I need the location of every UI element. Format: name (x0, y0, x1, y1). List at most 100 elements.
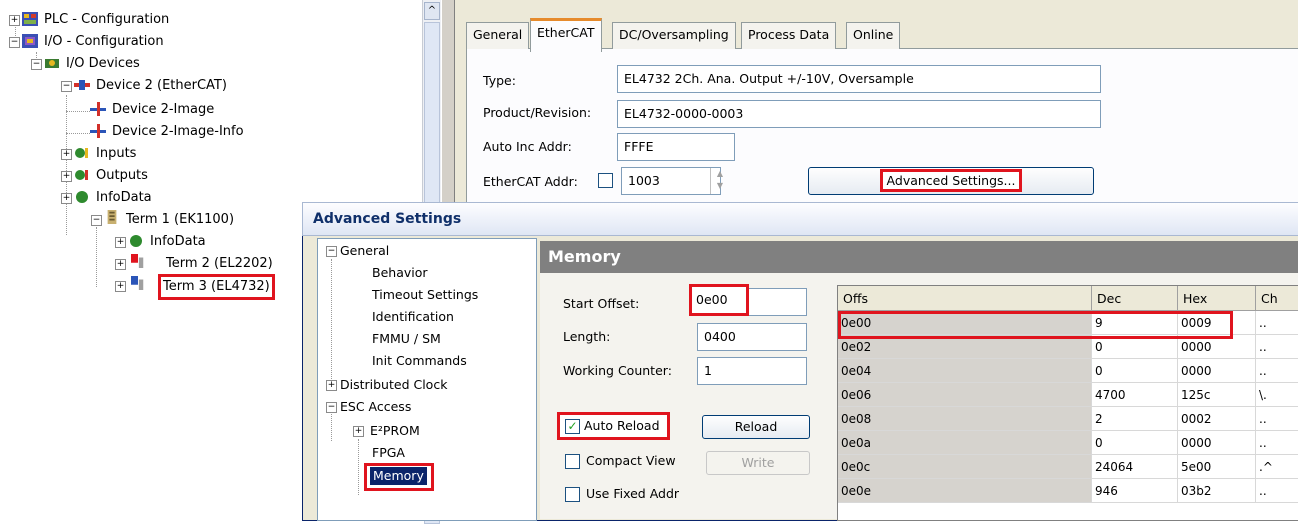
dialog-title-bar[interactable]: Advanced Settings (302, 202, 1298, 236)
cell-dec[interactable]: 946 (1092, 479, 1178, 503)
cell-dec[interactable]: 0 (1092, 431, 1178, 455)
io-config-icon (22, 34, 38, 48)
memory-header: Memory (540, 241, 1298, 273)
tab-general[interactable]: General (466, 22, 530, 49)
cell-offs[interactable]: 0e0c (838, 455, 1092, 479)
working-counter-field[interactable]: 1 (697, 357, 807, 385)
tree-item-label: Inputs (96, 146, 137, 161)
auto-reload-label: Auto Reload (584, 418, 660, 433)
tab-dc-oversampling[interactable]: DC/Oversampling (612, 22, 736, 49)
cell-hex[interactable]: 0002 (1178, 407, 1256, 431)
compact-view-checkbox[interactable] (565, 454, 580, 469)
cell-dec[interactable]: 24064 (1092, 455, 1178, 479)
tree-connector (96, 227, 97, 287)
column-header-offs[interactable]: Offs (838, 286, 1092, 311)
start-offset-label: Start Offset: (563, 296, 640, 311)
cell-dec[interactable]: 2 (1092, 407, 1178, 431)
expand-icon[interactable]: + (9, 15, 20, 26)
ethercat-addr-field[interactable]: 1003 (621, 167, 721, 195)
tree-connector (331, 259, 332, 379)
column-header-hex[interactable]: Hex (1178, 286, 1256, 311)
cell-ch[interactable]: \. (1256, 383, 1298, 407)
cell-offs[interactable]: 0e0a (838, 431, 1092, 455)
collapse-icon[interactable]: − (31, 59, 42, 70)
expand-icon[interactable]: + (115, 237, 126, 248)
cell-ch[interactable]: .. (1256, 359, 1298, 383)
io-devices-icon (45, 59, 59, 68)
compact-view-label: Compact View (586, 453, 676, 468)
column-header-ch[interactable]: Ch (1256, 286, 1298, 311)
expand-icon[interactable]: + (61, 193, 72, 204)
cell-hex[interactable]: 03b2 (1178, 479, 1256, 503)
cell-ch[interactable]: .. (1256, 335, 1298, 359)
collapse-icon[interactable]: − (61, 81, 72, 92)
plc-config-icon (22, 12, 38, 26)
nav-item-label: FPGA (372, 445, 405, 460)
expand-icon[interactable]: + (115, 259, 126, 270)
scroll-up-icon[interactable]: ^ (424, 2, 440, 20)
use-fixed-addr-label: Use Fixed Addr (586, 486, 680, 501)
nav-item-label: Identification (372, 309, 454, 324)
collapse-icon[interactable]: − (326, 246, 337, 257)
tree-item-label: Outputs (96, 168, 148, 183)
auto-reload-checkbox[interactable]: ✓ (565, 419, 580, 434)
cell-ch[interactable]: .. (1256, 311, 1298, 335)
image-icon (90, 102, 106, 116)
product-revision-field[interactable]: EL4732-0000-0003 (617, 100, 1101, 128)
expand-icon[interactable]: + (353, 426, 364, 437)
nav-item-memory[interactable]: Memory (364, 463, 434, 491)
cell-ch[interactable]: .. (1256, 479, 1298, 503)
cell-hex[interactable]: 125c (1178, 383, 1256, 407)
tab-ethercat[interactable]: EtherCAT (530, 18, 602, 52)
expand-icon[interactable]: + (326, 380, 337, 391)
nav-item-label: General (340, 243, 390, 258)
cell-hex[interactable]: 0000 (1178, 359, 1256, 383)
cell-dec[interactable]: 4700 (1092, 383, 1178, 407)
advanced-settings-label: Advanced Settings... (879, 169, 1023, 192)
expand-icon[interactable]: + (115, 281, 126, 292)
tab-process-data[interactable]: Process Data (741, 22, 837, 49)
tree-item-label: I/O Devices (66, 56, 140, 71)
expand-icon[interactable]: + (61, 149, 72, 160)
tab-online[interactable]: Online (846, 22, 901, 49)
cell-ch[interactable]: .. (1256, 431, 1298, 455)
auto-inc-addr-field[interactable]: FFFE (617, 133, 735, 161)
cell-ch[interactable]: .^ (1256, 455, 1298, 479)
tree-item-label: I/O - Configuration (44, 34, 164, 49)
output-terminal-icon (131, 254, 144, 268)
write-button[interactable]: Write (706, 451, 810, 475)
cell-ch[interactable]: .. (1256, 407, 1298, 431)
expand-icon[interactable]: + (61, 171, 72, 182)
advanced-settings-button[interactable]: Advanced Settings... (808, 167, 1094, 195)
image-info-icon (90, 124, 106, 138)
collapse-icon[interactable]: − (91, 215, 102, 226)
cell-offs[interactable]: 0e04 (838, 359, 1092, 383)
tree-item-label: Term 1 (EK1100) (126, 212, 235, 227)
tree-item-label: Term 2 (EL2202) (166, 256, 273, 271)
tree-connector (66, 111, 90, 112)
spinner-icon[interactable]: ▲ ▼ (710, 168, 729, 194)
cell-dec[interactable]: 0 (1092, 359, 1178, 383)
tree-item-label: Device 2 (EtherCAT) (96, 78, 227, 93)
analog-terminal-icon (131, 276, 144, 290)
working-counter-label: Working Counter: (563, 363, 672, 378)
cell-offs[interactable]: 0e08 (838, 407, 1092, 431)
type-field[interactable]: EL4732 2Ch. Ana. Output +/-10V, Oversamp… (617, 65, 1101, 93)
use-fixed-addr-checkbox[interactable] (565, 487, 580, 502)
inputs-icon (75, 148, 88, 158)
cell-hex[interactable]: 0000 (1178, 431, 1256, 455)
cell-hex[interactable]: 5e00 (1178, 455, 1256, 479)
cell-offs[interactable]: 0e06 (838, 383, 1092, 407)
cell-offs[interactable]: 0e0e (838, 479, 1092, 503)
first-row-highlight (838, 311, 1233, 339)
collapse-icon[interactable]: − (9, 37, 20, 48)
ethercat-addr-checkbox[interactable] (598, 173, 613, 188)
collapse-icon[interactable]: − (326, 402, 337, 413)
length-field[interactable]: 0400 (697, 323, 807, 351)
nav-item-label-selected: Memory (370, 467, 427, 485)
settings-nav-tree: − General Behavior Timeout Settings Iden… (317, 238, 537, 521)
column-header-dec[interactable]: Dec (1092, 286, 1178, 311)
reload-button[interactable]: Reload (702, 415, 810, 439)
tree-item-label: InfoData (96, 190, 152, 205)
nav-item-label: ESC Access (340, 399, 412, 414)
